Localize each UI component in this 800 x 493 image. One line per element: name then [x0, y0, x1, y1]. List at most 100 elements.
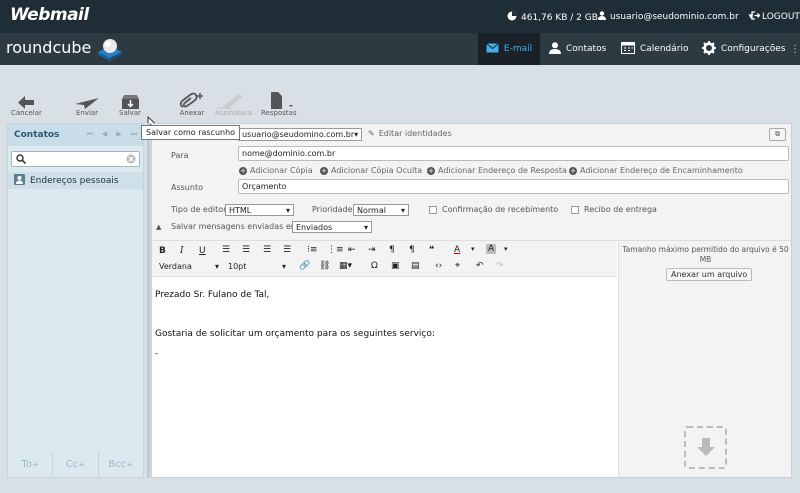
logout-button[interactable]: LOGOUT	[751, 11, 800, 23]
upload-drop-icon[interactable]	[684, 426, 727, 469]
delivery-checkbox[interactable]	[571, 205, 579, 214]
media-icon[interactable]: ▤	[411, 261, 420, 271]
source-code-icon[interactable]: ‹›	[435, 261, 442, 271]
unlink-icon[interactable]: ⛓	[319, 261, 330, 271]
find-replace-icon[interactable]: ⌖	[455, 261, 460, 271]
special-char-icon[interactable]: Ω	[371, 261, 378, 271]
nav-calendar-label: Calendário	[640, 44, 689, 54]
blockquote-icon[interactable]: ❝	[429, 245, 434, 255]
contacts-panel: Contatos ⏮ ◀ ▶ ⏭ Endereços pessoais To + …	[7, 123, 144, 478]
editor-toolbar: B I U ☰ ☰ ☰ ☰ ⁝≡ ⋮≡ ⇤ ⇥ ¶ ¶ ❝ A ▾ A ▾ Ve…	[152, 241, 617, 277]
receipt-option[interactable]: Confirmação de recebimento	[429, 205, 558, 214]
contacts-title: Contatos	[14, 130, 60, 140]
font-family-value: Verdana	[159, 262, 192, 271]
addressbook-personal[interactable]: Endereços pessoais	[8, 172, 143, 189]
text-color-icon[interactable]: A	[454, 245, 460, 255]
add-cc-link[interactable]: + Adicionar Cópia	[239, 166, 313, 175]
outdent-icon[interactable]: ⇤	[348, 245, 356, 255]
attach-button[interactable]: Anexar	[179, 92, 205, 117]
user-email: usuario@seudominio.com.br	[610, 12, 739, 22]
subject-field[interactable]: Orçamento	[238, 179, 789, 194]
address-book-icon	[14, 173, 25, 188]
cancel-button[interactable]: Cancelar	[11, 92, 42, 117]
editor-type-select[interactable]: HTML ▾	[225, 204, 294, 216]
redo-icon[interactable]: ↷	[496, 261, 504, 271]
next-page-icon[interactable]: ▶	[116, 130, 121, 139]
add-to-button[interactable]: To +	[8, 451, 54, 477]
align-right-icon[interactable]: ☰	[263, 245, 271, 255]
contacts-search-input[interactable]	[11, 151, 140, 167]
priority-label: Prioridade	[312, 205, 353, 214]
save-tooltip: Salvar como rascunho	[141, 125, 241, 140]
user-menu[interactable]: usuario@seudominio.com.br ▾	[598, 11, 753, 23]
nav-contacts-label: Contatos	[566, 44, 607, 54]
numbered-list-icon[interactable]: ⋮≡	[327, 245, 344, 255]
attachment-panel: Tamanho máximo permitido do arquivo é 50…	[618, 241, 791, 477]
edit-identities-link[interactable]: ✎ Editar identidades	[368, 129, 452, 138]
bullet-list-icon[interactable]: ⁝≡	[307, 245, 317, 255]
to-field[interactable]: nome@dominio.com.br	[238, 146, 789, 161]
rtl-icon[interactable]: ¶	[409, 245, 415, 255]
nav-contacts[interactable]: Contatos	[549, 33, 606, 65]
receipt-checkbox[interactable]	[429, 205, 437, 214]
add-followupto-label: Adicionar Endereço de Encaminhamento	[580, 166, 743, 175]
font-size-select[interactable]: 10pt ▾	[228, 262, 286, 271]
save-box-icon	[121, 92, 139, 109]
save-sent-value: Enviados	[296, 222, 333, 232]
responses-button[interactable]: Respostas	[261, 92, 297, 117]
send-label: Enviar	[75, 109, 99, 117]
caret-down-icon[interactable]: ▾	[504, 245, 508, 253]
caret-down-icon: ▾	[363, 222, 368, 232]
caret-down-icon: ▾	[354, 130, 359, 139]
back-arrow-icon	[18, 92, 35, 109]
caret-down-icon: ▾	[285, 205, 290, 215]
attach-file-button[interactable]: Anexar um arquivo	[666, 268, 753, 281]
italic-icon[interactable]: I	[180, 246, 184, 256]
from-select[interactable]: usuario@seudomino.com.br ▾	[238, 128, 362, 141]
table-icon[interactable]: ▦▾	[339, 261, 352, 271]
caret-down-icon: ▾	[214, 262, 219, 271]
underline-icon[interactable]: U	[199, 246, 206, 256]
align-left-icon[interactable]: ☰	[222, 245, 230, 255]
nav-calendar[interactable]: Calendário	[621, 33, 688, 65]
save-sent-select[interactable]: Enviados ▾	[292, 221, 372, 233]
justify-icon[interactable]: ☰	[283, 245, 291, 255]
caret-down-icon[interactable]: ▾	[471, 245, 475, 253]
add-bcc-link[interactable]: + Adicionar Cópia Oculta	[320, 166, 422, 175]
prev-page-icon[interactable]: ◀	[102, 130, 107, 139]
message-body[interactable]: Prezado Sr. Fulano de Tal, Gostaria de s…	[155, 286, 435, 364]
add-replyto-link[interactable]: + Adicionar Endereço de Resposta	[427, 166, 567, 175]
priority-select[interactable]: Normal ▾	[353, 204, 409, 216]
maximize-button[interactable]: ⧉	[769, 128, 786, 141]
clear-search-icon[interactable]	[126, 154, 136, 167]
user-icon	[598, 11, 606, 23]
first-page-icon[interactable]: ⏮	[87, 130, 93, 139]
align-center-icon[interactable]: ☰	[242, 245, 250, 255]
nav-settings[interactable]: Configurações	[702, 33, 785, 65]
nav-email[interactable]: E-mail	[478, 33, 540, 65]
indent-icon[interactable]: ⇥	[368, 245, 376, 255]
add-bcc-button[interactable]: Bcc +	[99, 451, 143, 477]
max-size-info: Tamanho máximo permitido do arquivo é 50…	[622, 245, 789, 264]
add-cc-button[interactable]: Cc +	[53, 451, 99, 477]
nav-email-label: E-mail	[503, 44, 533, 54]
font-family-select[interactable]: Verdana ▾	[159, 262, 219, 271]
bold-icon[interactable]: B	[159, 246, 166, 256]
undo-icon[interactable]: ↶	[476, 261, 484, 271]
link-icon[interactable]: 🔗	[299, 261, 310, 271]
more-menu-icon[interactable]: ⋮	[790, 44, 800, 55]
save-button[interactable]: Salvar	[119, 92, 141, 117]
background-color-icon[interactable]: A	[486, 244, 497, 254]
signature-button[interactable]: Assinatura	[215, 92, 252, 117]
last-page-icon[interactable]: ⏭	[131, 130, 137, 139]
send-button[interactable]: Enviar	[75, 92, 99, 117]
image-icon[interactable]: ▣	[391, 261, 400, 271]
to-label: To	[21, 458, 32, 470]
ltr-icon[interactable]: ¶	[389, 245, 395, 255]
body-line: Prezado Sr. Fulano de Tal,	[155, 290, 270, 300]
panel-splitter[interactable]	[147, 123, 150, 478]
delivery-option[interactable]: Recibo de entrega	[571, 205, 657, 214]
collapse-options-icon[interactable]: ▲	[156, 223, 161, 231]
from-value: usuario@seudomino.com.br	[242, 130, 355, 139]
add-followupto-link[interactable]: + Adicionar Endereço de Encaminhamento	[569, 166, 743, 175]
